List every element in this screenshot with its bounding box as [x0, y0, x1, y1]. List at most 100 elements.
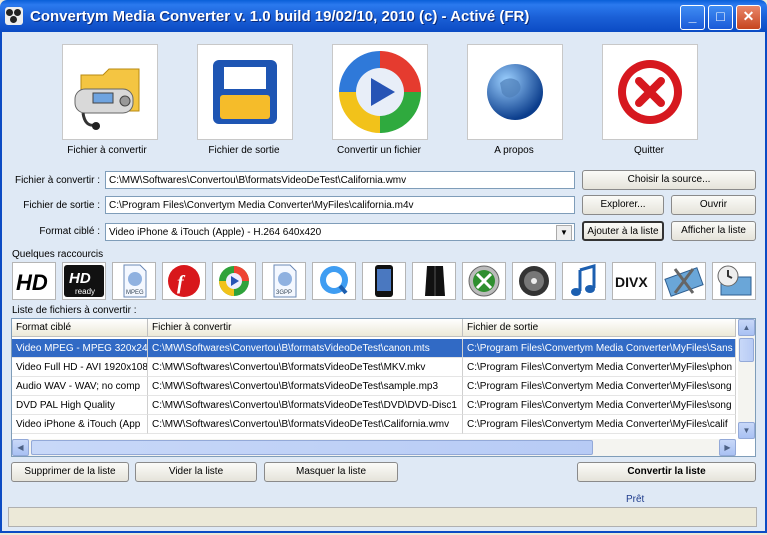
delete-from-list-button[interactable]: Supprimer de la liste	[11, 462, 129, 482]
film-scissors-icon	[664, 267, 704, 297]
output-file-field[interactable]: C:\Program Files\Convertym Media Convert…	[105, 196, 575, 214]
svg-text:ready: ready	[75, 287, 95, 296]
status-bar	[8, 507, 757, 527]
cell-source: C:\MW\Softwares\Convertou\B\formatsVideo…	[148, 415, 463, 434]
cell-output: C:\Program Files\Convertym Media Convert…	[463, 396, 736, 415]
toolbar-label: Fichier de sortie	[208, 145, 280, 156]
globe-icon	[487, 64, 543, 120]
clear-list-button[interactable]: Vider la liste	[135, 462, 257, 482]
convert-list-button[interactable]: Convertir la liste	[577, 462, 756, 482]
table-row[interactable]: DVD PAL High Quality C:\MW\Softwares\Con…	[12, 396, 736, 415]
shortcut-hd-ready[interactable]: HD ready	[62, 262, 106, 300]
shortcut-quicktime[interactable]	[312, 262, 356, 300]
iphone-icon	[375, 265, 393, 297]
clock-film-icon	[717, 265, 752, 296]
quicktime-icon	[320, 266, 348, 295]
cell-format: Video Full HD - AVI 1920x108	[12, 358, 148, 377]
xbox-icon	[468, 265, 500, 297]
input-file-field[interactable]: C:\MW\Softwares\Convertou\B\formatsVideo…	[105, 171, 575, 189]
close-button[interactable]: ✕	[736, 5, 761, 30]
flash-icon: f	[168, 265, 200, 297]
music-note-icon	[571, 264, 596, 296]
toolbar-label: Quitter	[633, 145, 664, 156]
cell-format: Video MPEG - MPEG 320x240	[12, 339, 148, 358]
svg-text:3GPP: 3GPP	[276, 290, 292, 296]
table-row[interactable]: Video MPEG - MPEG 320x240 C:\MW\Software…	[12, 339, 736, 358]
cell-output: C:\Program Files\Convertym Media Convert…	[463, 358, 736, 377]
maximize-button[interactable]: □	[708, 5, 733, 30]
target-format-select[interactable]: Video iPhone & iTouch (Apple) - H.264 64…	[105, 223, 575, 241]
hide-list-button[interactable]: Masquer la liste	[264, 462, 398, 482]
open-source-button[interactable]	[62, 44, 158, 140]
windows-media-icon	[219, 266, 249, 296]
toolbar-label: Fichier à convertir	[67, 145, 147, 156]
toolbar-label: A propos	[494, 145, 534, 156]
shortcut-dvd[interactable]	[512, 262, 556, 300]
cell-source: C:\MW\Softwares\Convertou\B\formatsVideo…	[148, 358, 463, 377]
dropdown-arrow-icon[interactable]: ▼	[556, 225, 572, 240]
shortcut-ps3[interactable]	[412, 262, 456, 300]
scroll-left-icon[interactable]: ◀	[12, 439, 29, 456]
ps3-console-icon	[425, 266, 445, 296]
shortcut-windows-media[interactable]	[212, 262, 256, 300]
divx-logo-icon: DIVX	[615, 274, 648, 290]
quit-button[interactable]	[602, 44, 698, 140]
scroll-up-icon[interactable]: ▲	[738, 319, 755, 336]
shortcut-3gpp[interactable]: 3GPP	[262, 262, 306, 300]
dvd-disc-icon	[519, 266, 549, 296]
explorer-button[interactable]: Explorer...	[582, 195, 664, 215]
cell-format: Video iPhone & iTouch (App	[12, 415, 148, 434]
vertical-scrollbar[interactable]: ▲ ▼	[738, 319, 755, 439]
shortcut-media-time[interactable]	[712, 262, 756, 300]
floppy-disk-icon	[213, 60, 277, 124]
open-button[interactable]: Ouvrir	[671, 195, 756, 215]
shortcut-divx[interactable]: DIVX	[612, 262, 656, 300]
table-row[interactable]: Video Full HD - AVI 1920x108 C:\MW\Softw…	[12, 358, 736, 377]
minimize-button[interactable]: _	[680, 5, 705, 30]
output-file-label: Fichier de sortie :	[23, 200, 100, 211]
shortcut-hd[interactable]: HD	[12, 262, 56, 300]
scroll-right-icon[interactable]: ▶	[719, 439, 736, 456]
shortcut-video-edit[interactable]	[662, 262, 706, 300]
show-list-button[interactable]: Afficher la liste	[671, 221, 756, 241]
shortcut-xbox[interactable]	[462, 262, 506, 300]
scroll-down-icon[interactable]: ▼	[738, 422, 755, 439]
app-icon[interactable]	[5, 7, 23, 25]
svg-text:MPEG: MPEG	[126, 290, 144, 296]
cell-source: C:\MW\Softwares\Convertou\B\formatsVideo…	[148, 377, 463, 396]
vertical-scroll-thumb[interactable]	[739, 338, 754, 362]
svg-text:HD: HD	[16, 270, 48, 295]
mp3-folder-icon	[74, 68, 140, 130]
shortcut-iphone[interactable]	[362, 262, 406, 300]
cell-source: C:\MW\Softwares\Convertou\B\formatsVideo…	[148, 396, 463, 415]
table-row[interactable]: Audio WAV - WAV; no comp C:\MW\Softwares…	[12, 377, 736, 396]
title-bar[interactable]: Convertym Media Converter v. 1.0 build 1…	[0, 0, 767, 32]
shortcut-mpeg[interactable]: MPEG	[112, 262, 156, 300]
horizontal-scroll-thumb[interactable]	[31, 440, 593, 455]
shortcut-flash[interactable]: f	[162, 262, 206, 300]
close-circle-icon	[618, 60, 682, 124]
target-format-value: Video iPhone & iTouch (Apple) - H.264 64…	[109, 227, 322, 238]
file-list-table[interactable]: Format ciblé Fichier à convertir Fichier…	[11, 318, 756, 457]
cell-format: Audio WAV - WAV; no comp	[12, 377, 148, 396]
file-list-label: Liste de fichiers à convertir :	[12, 305, 137, 316]
cell-output: C:\Program Files\Convertym Media Convert…	[463, 377, 736, 396]
mpeg-file-icon: MPEG	[123, 264, 147, 298]
target-format-label: Format ciblé :	[39, 226, 100, 237]
column-header-output[interactable]: Fichier de sortie	[463, 319, 736, 337]
window-title: Convertym Media Converter v. 1.0 build 1…	[30, 8, 530, 25]
output-file-button[interactable]	[197, 44, 293, 140]
svg-text:HD: HD	[69, 270, 91, 287]
play-icon	[339, 51, 421, 133]
horizontal-scrollbar[interactable]: ◀ ▶	[12, 439, 736, 456]
column-header-format[interactable]: Format ciblé	[12, 319, 148, 337]
add-to-list-button[interactable]: Ajouter à la liste	[582, 221, 664, 241]
shortcut-audio[interactable]	[562, 262, 606, 300]
status-text: Prêt	[626, 494, 645, 505]
hd-icon: HD	[16, 270, 48, 295]
column-header-source[interactable]: Fichier à convertir	[148, 319, 463, 337]
table-row[interactable]: Video iPhone & iTouch (App C:\MW\Softwar…	[12, 415, 736, 434]
choose-source-button[interactable]: Choisir la source...	[582, 170, 756, 190]
convert-file-button[interactable]	[332, 44, 428, 140]
about-button[interactable]	[467, 44, 563, 140]
